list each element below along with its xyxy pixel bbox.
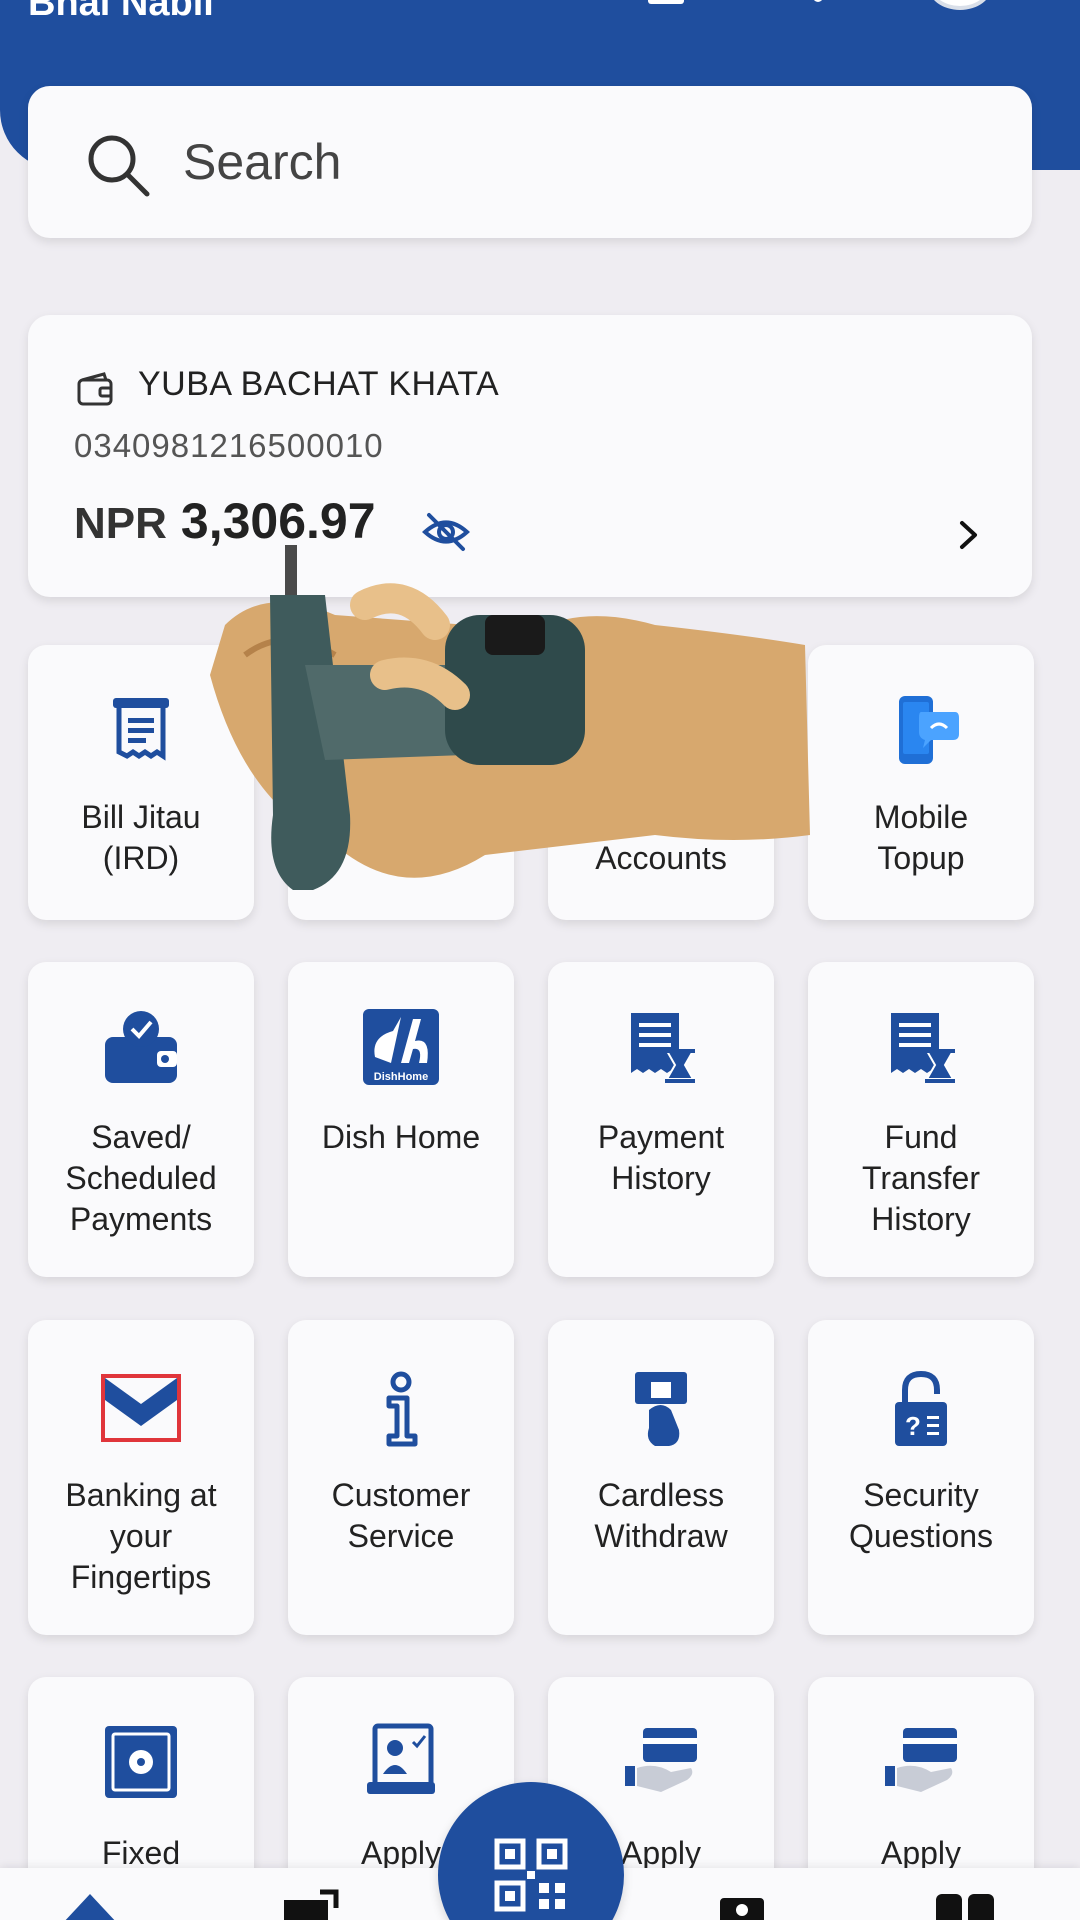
balance-currency: NPR (74, 499, 167, 548)
tile-label: Cardless Withdraw (594, 1477, 728, 1554)
tile-label: Fund Transfer History (862, 1119, 980, 1237)
payment-history-icon (631, 1013, 695, 1083)
tile-label: Banking at your Fingertips (65, 1477, 217, 1595)
header-title: Bhai Nabil (28, 0, 214, 24)
tile-saved-payments[interactable]: Saved/ Scheduled Payments (28, 962, 254, 1277)
apply-card-icon (885, 1728, 957, 1792)
tile-label: Saved/ Scheduled Payments (65, 1119, 217, 1237)
tile-label: Dish Home (321, 1119, 481, 1155)
tile-label: Mobile Topup (873, 799, 969, 876)
fixed-deposit-icon (105, 1726, 177, 1798)
tile-mobile-topup[interactable]: Mobile Topup (808, 645, 1034, 920)
dishhome-logo-icon: DishHome (363, 1009, 439, 1085)
info-icon (386, 1371, 418, 1447)
wallet-icon (77, 372, 113, 406)
tile-fund-transfer-history[interactable]: Fund Transfer History (808, 962, 1034, 1277)
cat-drill-sticker (210, 545, 810, 890)
fund-transfer-history-icon (891, 1013, 955, 1083)
apply-form-icon (367, 1723, 435, 1794)
tile-customer-service[interactable]: Customer Service (288, 1320, 514, 1635)
account-number: 0340981216500010 (74, 427, 384, 464)
search-icon (88, 135, 150, 197)
bill-receipt-icon (113, 698, 169, 761)
transfer-icon[interactable] (280, 1888, 344, 1920)
notification-icon[interactable] (648, 0, 684, 4)
balance-amount: 3,306.97 (180, 493, 376, 549)
apply-card-icon (625, 1728, 697, 1792)
tile-cardless-withdraw[interactable]: Cardless Withdraw (548, 1320, 774, 1635)
avatar[interactable] (928, 0, 992, 10)
chevron-right-icon[interactable] (948, 515, 988, 555)
search-bar[interactable] (28, 86, 1032, 238)
tile-security-questions[interactable]: ? Security Questions (808, 1320, 1034, 1635)
svg-text:?: ? (905, 1411, 921, 1441)
home-icon[interactable] (58, 1888, 122, 1920)
mobile-topup-icon (899, 696, 959, 764)
search-input[interactable] (183, 126, 963, 198)
pay-icon[interactable] (712, 1888, 776, 1920)
tile-payment-history[interactable]: Payment History (548, 962, 774, 1277)
menu-icon[interactable] (934, 1888, 998, 1920)
tile-label: Customer Service (331, 1477, 471, 1554)
tile-dish-home[interactable]: DishHome Dish Home (288, 962, 514, 1277)
saved-payments-icon (105, 1011, 177, 1083)
qr-scan-icon (494, 1838, 568, 1912)
balance: NPR 3,306.97 (74, 492, 376, 550)
account-name: YUBA BACHAT KHATA (138, 365, 500, 403)
tile-label: Payment History (597, 1119, 725, 1196)
banking-fingertips-icon (101, 1374, 181, 1442)
more-icon[interactable] (813, 0, 823, 2)
tile-label: Security Questions (848, 1477, 994, 1554)
dishhome-logo-text: DishHome (374, 1071, 428, 1083)
cardless-withdraw-icon (635, 1372, 687, 1446)
tile-banking-fingertips[interactable]: Banking at your Fingertips (28, 1320, 254, 1635)
security-lock-icon: ? (895, 1370, 947, 1446)
